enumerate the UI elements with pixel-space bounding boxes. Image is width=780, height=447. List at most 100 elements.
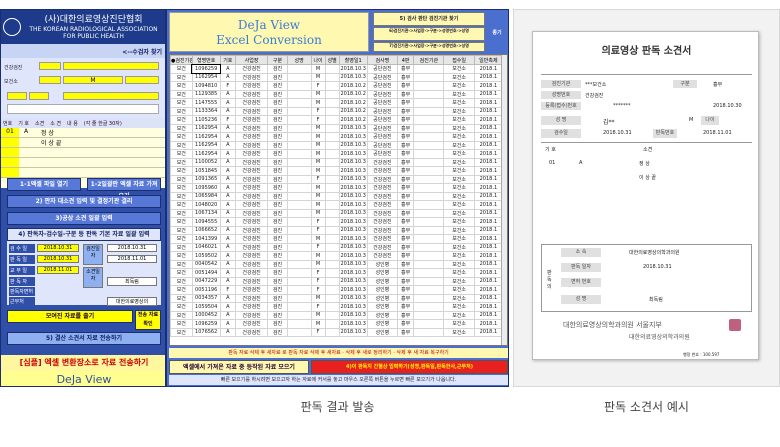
grid-cell[interactable]: 흉부 (396, 259, 415, 269)
table-row[interactable]: 보건 1095960 A 건강검진 검진 M 2018.10.3 건강검진 흉부 보건소 2018.… (170, 183, 504, 193)
grid-cell[interactable]: 공단검진 (366, 106, 399, 116)
code-field-1[interactable] (7, 92, 27, 100)
grid-cell[interactable]: F (219, 81, 236, 91)
grid-cell[interactable]: 검진 (267, 234, 288, 244)
grid-cell[interactable]: 건강검진 (234, 149, 269, 159)
grid-cell[interactable]: 보건 (170, 200, 193, 210)
grid-cell[interactable] (413, 200, 445, 210)
grid-cell[interactable]: 보건소 (443, 149, 475, 159)
grid-cell[interactable]: 검진 (267, 327, 288, 337)
grid-cell[interactable]: 공단검진 (366, 98, 399, 108)
grid-cell[interactable] (413, 327, 445, 337)
grid-cell[interactable]: M (310, 310, 326, 320)
grid-cell[interactable]: 건강검진 (366, 200, 399, 210)
grid-cell[interactable]: 2018.10.3 (338, 268, 368, 278)
grid-column-header[interactable]: 구분 (267, 55, 288, 65)
table-row[interactable]: 보건 1059504 A 건강검진 검진 F 2018.10.3 성인병 흉부 보건소 2018.1 (170, 302, 504, 312)
grid-cell[interactable]: 보건소 (443, 106, 475, 116)
grid-cell[interactable]: 보건소 (443, 64, 475, 74)
grid-cell[interactable] (286, 174, 312, 184)
grid-cell[interactable] (286, 276, 312, 286)
grid-cell[interactable]: 건강검진 (366, 208, 399, 218)
grid-cell[interactable] (413, 98, 445, 108)
grid-cell[interactable]: 2018.10.3 (338, 200, 368, 210)
grid-cell[interactable]: M (310, 259, 326, 269)
grid-cell[interactable]: 흉부 (396, 132, 415, 142)
grid-cell[interactable]: 2018.10.2 (338, 98, 368, 108)
grid-cell[interactable]: 2018.1 (473, 217, 504, 227)
grid-cell[interactable]: M (310, 293, 326, 303)
grid-cell[interactable]: 보건 (170, 293, 193, 303)
grid-cell[interactable]: 2018.1 (473, 140, 504, 150)
grid-cell[interactable]: 보건소 (443, 98, 475, 108)
grid-cell[interactable]: 보건소 (443, 319, 475, 329)
grid-cell[interactable]: 건강검진 (366, 174, 399, 184)
grid-cell[interactable]: 흉부 (396, 64, 415, 74)
grid-cell[interactable]: 보건소 (443, 81, 475, 91)
grid-cell[interactable]: 검진 (267, 191, 288, 201)
list-item[interactable] (1, 168, 165, 178)
table-row[interactable]: 보건 1096259 A 건강검진 검진 M 2018.10.3 성인병 흉부 보건소 2018.1 (170, 319, 504, 329)
grid-cell[interactable]: 2018.1 (473, 123, 504, 133)
grid-cell[interactable]: 보건소 (443, 115, 475, 125)
grid-cell[interactable]: 검진 (267, 293, 288, 303)
grid-cell[interactable]: 성인병 (366, 310, 399, 320)
table-row[interactable]: 보건 1066652 A 건강검진 검진 F 2018.10.3 건강검진 흉부 보건소 2018.… (170, 225, 504, 235)
grid-cell[interactable] (286, 89, 312, 99)
grid-cell[interactable]: 보건소 (443, 259, 475, 269)
grid-cell[interactable] (286, 106, 312, 116)
grid-cell[interactable]: F (310, 268, 326, 278)
grid-cell[interactable] (286, 251, 312, 261)
grid-cell[interactable]: 흉부 (396, 217, 415, 227)
grid-cell[interactable] (413, 276, 445, 286)
grid-cell[interactable]: A (219, 166, 236, 176)
grid-cell[interactable]: 건강검진 (366, 217, 399, 227)
grid-cell[interactable]: A (219, 149, 236, 159)
workplace-field[interactable]: 대한의료영상의 (107, 297, 157, 306)
grid-cell[interactable]: 성인병 (366, 268, 399, 278)
table-row[interactable]: 보건 1091365 A 건강검진 검진 F 2018.10.3 건강검진 흉부 보건소 2018.… (170, 174, 504, 184)
grid-cell[interactable]: A (219, 225, 236, 235)
enter-reader-button[interactable]: 4)이 판독지 간혈상 입력하기(성명,판독일,판독한사,근무처) (311, 360, 508, 374)
grid-cell[interactable]: A (219, 251, 236, 261)
grid-cell[interactable] (324, 123, 340, 133)
grid-cell[interactable]: 2018.1 (473, 293, 504, 303)
grid-cell[interactable]: 2018.10.3 (338, 174, 368, 184)
grid-cell[interactable]: A (219, 327, 236, 337)
grid-cell[interactable]: 2018.10.3 (338, 123, 368, 133)
table-row[interactable]: 보건 1100052 A 건강검진 검진 M 2018.10.3 건강검진 흉부 보건소 2018.… (170, 157, 504, 167)
grid-cell[interactable]: A (219, 183, 236, 193)
grid-cell[interactable] (286, 183, 312, 193)
grid-cell[interactable]: 0047229 (191, 276, 221, 286)
grid-cell[interactable] (324, 302, 340, 312)
grid-column-header[interactable]: 검사명 (366, 55, 399, 65)
grid-cell[interactable] (286, 81, 312, 91)
grid-cell[interactable]: 보건 (170, 302, 193, 312)
grid-cell[interactable]: F (310, 285, 326, 295)
grid-cell[interactable] (324, 140, 340, 150)
grid-cell[interactable] (286, 123, 312, 133)
grid-cell[interactable]: M (310, 123, 326, 133)
grid-cell[interactable]: M (310, 208, 326, 218)
grid-cell[interactable]: 1000452 (191, 310, 221, 320)
grid-cell[interactable] (324, 149, 340, 159)
grid-cell[interactable]: 흉부 (396, 123, 415, 133)
grid-cell[interactable]: 보건소 (443, 183, 475, 193)
right-date-2[interactable]: 2018.11.01 (107, 255, 157, 263)
gender-field[interactable]: M (63, 76, 123, 84)
excel-open-button[interactable]: 1-1엑셀 파일 열기 (7, 178, 81, 191)
table-row[interactable]: 보건 1041399 A 건강검진 검진 M 2018.10.3 건강검진 흉부 보건소 2018.… (170, 234, 504, 244)
grid-cell[interactable]: 1162954 (191, 140, 221, 150)
grid-cell[interactable]: 보건 (170, 98, 193, 108)
grid-cell[interactable]: F (310, 81, 326, 91)
grid-cell[interactable] (324, 276, 340, 286)
grid-cell[interactable]: 건강검진 (234, 242, 269, 252)
grid-cell[interactable]: 2018.1 (473, 166, 504, 176)
grid-column-header[interactable]: 성명 (286, 55, 312, 65)
grid-cell[interactable]: 건강검진 (366, 251, 399, 261)
grid-cell[interactable]: 보건 (170, 115, 193, 125)
grid-cell[interactable]: F (310, 115, 326, 125)
grid-cell[interactable]: 건강검진 (366, 225, 399, 235)
grid-cell[interactable]: 흉부 (396, 242, 415, 252)
list-item[interactable] (1, 148, 165, 158)
